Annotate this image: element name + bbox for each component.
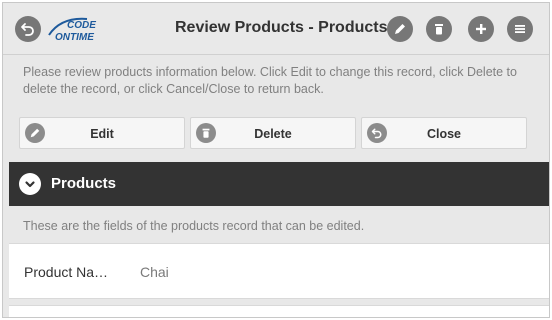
hamburger-menu-icon — [515, 25, 525, 33]
back-arrow-icon — [21, 23, 34, 36]
app-frame: CODE ONTIME Review Products - Products P… — [2, 2, 550, 318]
next-row-divider — [9, 305, 549, 317]
close-button-label: Close — [426, 127, 462, 141]
code-ontime-logo: CODE ONTIME — [48, 17, 96, 43]
header-add-button[interactable] — [468, 16, 494, 42]
svg-text:CODE: CODE — [67, 20, 96, 31]
category-description: These are the fields of the products rec… — [23, 219, 365, 233]
page-title: Review Products - Products — [175, 19, 388, 36]
header-delete-button[interactable] — [426, 16, 452, 42]
header-menu-button[interactable] — [507, 16, 533, 42]
chevron-down-icon[interactable] — [19, 173, 41, 195]
delete-button-label: Delete — [254, 127, 292, 141]
header-edit-button[interactable] — [387, 16, 413, 42]
category-header[interactable]: Products — [9, 162, 549, 206]
field-value: Chai — [140, 264, 169, 280]
edit-button[interactable]: Edit — [19, 117, 185, 149]
back-button[interactable] — [15, 16, 41, 42]
field-label: Product Na… — [24, 264, 109, 280]
close-button[interactable]: Close — [361, 117, 527, 149]
trash-icon — [435, 24, 443, 35]
edit-button-label: Edit — [90, 127, 114, 141]
plus-icon — [476, 24, 486, 34]
svg-text:ONTIME: ONTIME — [55, 32, 94, 43]
form-description: Please review products information below… — [23, 65, 517, 96]
field-row-product-name[interactable]: Product Na… Chai — [9, 243, 549, 299]
delete-button[interactable]: Delete — [190, 117, 356, 149]
category-title: Products — [51, 175, 117, 192]
page-header: CODE ONTIME Review Products - Products — [3, 3, 549, 55]
pencil-icon — [395, 24, 405, 34]
